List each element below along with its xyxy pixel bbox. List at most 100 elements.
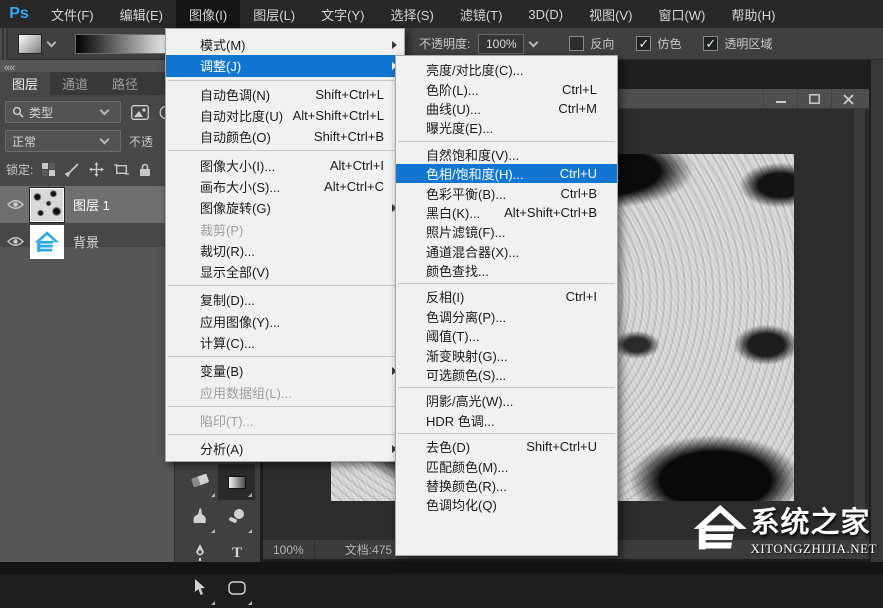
adjust-menu-item-selective-color[interactable]: 可选颜色(S)... — [396, 365, 617, 384]
menubar-item-layer[interactable]: 图层(L) — [240, 0, 308, 28]
chevron-down-icon[interactable] — [46, 37, 57, 47]
submenu-arrow-icon — [392, 40, 397, 49]
image-menu-item-adjustments[interactable]: 调整(J) — [166, 55, 404, 77]
adjust-menu-item-color-balance[interactable]: 色彩平衡(B)... Ctrl+B — [396, 183, 617, 202]
menubar-item-3d[interactable]: 3D(D) — [515, 0, 576, 28]
image-menu-item-analysis[interactable]: 分析(A) — [166, 438, 404, 459]
tool-preset-swatch[interactable] — [18, 33, 42, 54]
layer-thumbnail[interactable] — [30, 224, 64, 259]
panel-tab-paths[interactable]: 路径 — [100, 72, 150, 95]
checkbox-unchecked-icon[interactable] — [569, 36, 585, 51]
image-menu-item-auto-color[interactable]: 自动颜色(O) Shift+Ctrl+B — [166, 126, 404, 147]
adjust-menu-item-hdr-toning[interactable]: HDR 色调... — [396, 411, 617, 430]
adjust-menu-item-hue-saturation[interactable]: 色相/饱和度(H)... Ctrl+U — [396, 163, 617, 184]
lock-artboard-icon[interactable] — [114, 163, 130, 176]
adjust-menu-item-brightness-contrast[interactable]: 亮度/对比度(C)... — [396, 60, 617, 79]
adjust-menu-item-threshold[interactable]: 阈值(T)... — [396, 326, 617, 345]
adjust-menu-item-exposure[interactable]: 曝光度(E)... — [396, 118, 617, 137]
image-menu-item-auto-tone[interactable]: 自动色调(N) Shift+Ctrl+L — [166, 84, 404, 105]
dodge-tool[interactable] — [218, 500, 255, 536]
adjust-menu-item-shadows-highlights[interactable]: 阴影/高光(W)... — [396, 391, 617, 410]
close-icon — [843, 93, 854, 105]
adjust-menu-item-vibrance[interactable]: 自然饱和度(V)... — [396, 145, 617, 164]
zoom-level-input[interactable]: 100% — [263, 540, 315, 559]
scrollbar-track[interactable] — [854, 109, 865, 541]
menubar-item-image[interactable]: 图像(I) — [175, 0, 241, 28]
menubar-item-help[interactable]: 帮助(H) — [718, 0, 788, 28]
lock-all-icon[interactable] — [139, 163, 151, 177]
layer-visibility-eye-icon[interactable] — [0, 199, 30, 210]
layer-row[interactable]: 图层 1 — [0, 186, 174, 223]
image-menu-item-image-rotation[interactable]: 图像旋转(G) — [166, 197, 404, 218]
menu-item-label: 图像大小(I)... — [200, 158, 276, 174]
adjust-menu-item-color-lookup[interactable]: 颜色查找... — [396, 261, 617, 280]
path-select-tool[interactable] — [181, 572, 218, 608]
layer-filter-label: 类型 — [29, 105, 54, 120]
menubar-item-select[interactable]: 选择(S) — [377, 0, 446, 28]
image-menu-item-auto-contrast[interactable]: 自动对比度(U) Alt+Shift+Ctrl+L — [166, 105, 404, 126]
adjust-menu-item-equalize[interactable]: 色调均化(Q) — [396, 495, 617, 514]
close-button[interactable] — [831, 89, 865, 109]
eraser-tool[interactable] — [181, 464, 218, 500]
panel-tab-layers[interactable]: 图层 — [0, 72, 51, 95]
maximize-button[interactable] — [797, 89, 831, 109]
menubar-item-filter[interactable]: 滤镜(T) — [447, 0, 516, 28]
adjust-menu-item-desaturate[interactable]: 去色(D) Shift+Ctrl+U — [396, 437, 617, 456]
image-menu-item-trim[interactable]: 裁切(R)... — [166, 240, 404, 261]
menubar-item-edit[interactable]: 编辑(E) — [107, 0, 176, 28]
option-dither[interactable]: ✓ 仿色 — [636, 35, 681, 52]
chevron-down-icon — [99, 134, 110, 145]
menu-item-shortcut: Ctrl+M — [558, 100, 597, 116]
filter-image-icon[interactable] — [131, 104, 149, 120]
shape-tool[interactable] — [218, 572, 255, 608]
adjust-menu-item-posterize[interactable]: 色调分离(P)... — [396, 307, 617, 326]
layer-thumbnail[interactable] — [29, 186, 65, 223]
adjust-menu-item-photo-filter[interactable]: 照片滤镜(F)... — [396, 222, 617, 241]
image-menu-item-canvas-size[interactable]: 画布大小(S)... Alt+Ctrl+C — [166, 176, 404, 197]
menubar-item-view[interactable]: 视图(V) — [576, 0, 645, 28]
chevron-down-icon[interactable] — [528, 37, 539, 47]
menu-item-label: 匹配颜色(M)... — [426, 459, 509, 475]
dodge-tool-icon — [228, 507, 246, 530]
minimize-button[interactable] — [763, 89, 797, 109]
option-transparency[interactable]: ✓ 透明区域 — [703, 35, 772, 52]
adjust-menu-item-levels[interactable]: 色阶(L)... Ctrl+L — [396, 79, 617, 98]
checkbox-checked-icon[interactable]: ✓ — [636, 36, 652, 51]
image-menu-item-variables[interactable]: 变量(B) — [166, 360, 404, 381]
menubar-item-type[interactable]: 文字(Y) — [308, 0, 377, 28]
blend-mode-dropdown[interactable]: 正常 — [5, 130, 121, 152]
menu-item-label: 色阶(L)... — [426, 82, 479, 98]
opacity-input[interactable]: 100% — [478, 33, 525, 54]
image-menu-item-image-size[interactable]: 图像大小(I)... Alt+Ctrl+I — [166, 154, 404, 175]
adjust-menu-item-channel-mixer[interactable]: 通道混合器(X)... — [396, 242, 617, 261]
layer-row[interactable]: 背景 — [0, 223, 174, 260]
gradient-tool[interactable] — [218, 464, 255, 500]
menubar-item-file[interactable]: 文件(F) — [38, 0, 107, 28]
adjust-menu-item-curves[interactable]: 曲线(U)... Ctrl+M — [396, 99, 617, 118]
adjust-menu-item-replace-color[interactable]: 替换颜色(R)... — [396, 476, 617, 495]
option-reverse[interactable]: 反向 — [569, 35, 614, 52]
smudge-tool[interactable] — [181, 500, 218, 536]
image-menu-item-duplicate[interactable]: 复制(D)... — [166, 289, 404, 310]
menubar-item-window[interactable]: 窗口(W) — [645, 0, 718, 28]
lock-transparent-icon[interactable] — [42, 163, 56, 176]
image-menu-item-reveal-all[interactable]: 显示全部(V) — [166, 261, 404, 282]
panel-tabs: 图层 通道 路径 — [0, 72, 174, 95]
layer-visibility-eye-icon[interactable] — [0, 236, 30, 247]
checkbox-checked-icon[interactable]: ✓ — [703, 36, 719, 51]
adjust-menu-item-invert[interactable]: 反相(I) Ctrl+I — [396, 287, 617, 306]
menu-item-label: 色相/饱和度(H)... — [426, 167, 524, 183]
image-menu-item-apply-image[interactable]: 应用图像(Y)... — [166, 311, 404, 332]
adjust-menu-item-match-color[interactable]: 匹配颜色(M)... — [396, 456, 617, 475]
adjust-menu-item-black-white[interactable]: 黑白(K)... Alt+Shift+Ctrl+B — [396, 203, 617, 222]
panel-tab-channels[interactable]: 通道 — [50, 72, 100, 95]
image-menu-item-mode[interactable]: 模式(M) — [166, 34, 404, 55]
adjust-menu-item-gradient-map[interactable]: 渐变映射(G)... — [396, 345, 617, 364]
menu-separator — [168, 434, 402, 436]
watermark: 系统之家 XITONGZHIJIA.NET — [692, 492, 877, 564]
lock-move-icon[interactable] — [89, 162, 105, 177]
image-menu-item-calculations[interactable]: 计算(C)... — [166, 332, 404, 353]
layer-filter-dropdown[interactable]: 类型 — [5, 101, 121, 123]
lock-brush-icon[interactable] — [65, 162, 79, 177]
gradient-preview[interactable] — [75, 33, 175, 54]
